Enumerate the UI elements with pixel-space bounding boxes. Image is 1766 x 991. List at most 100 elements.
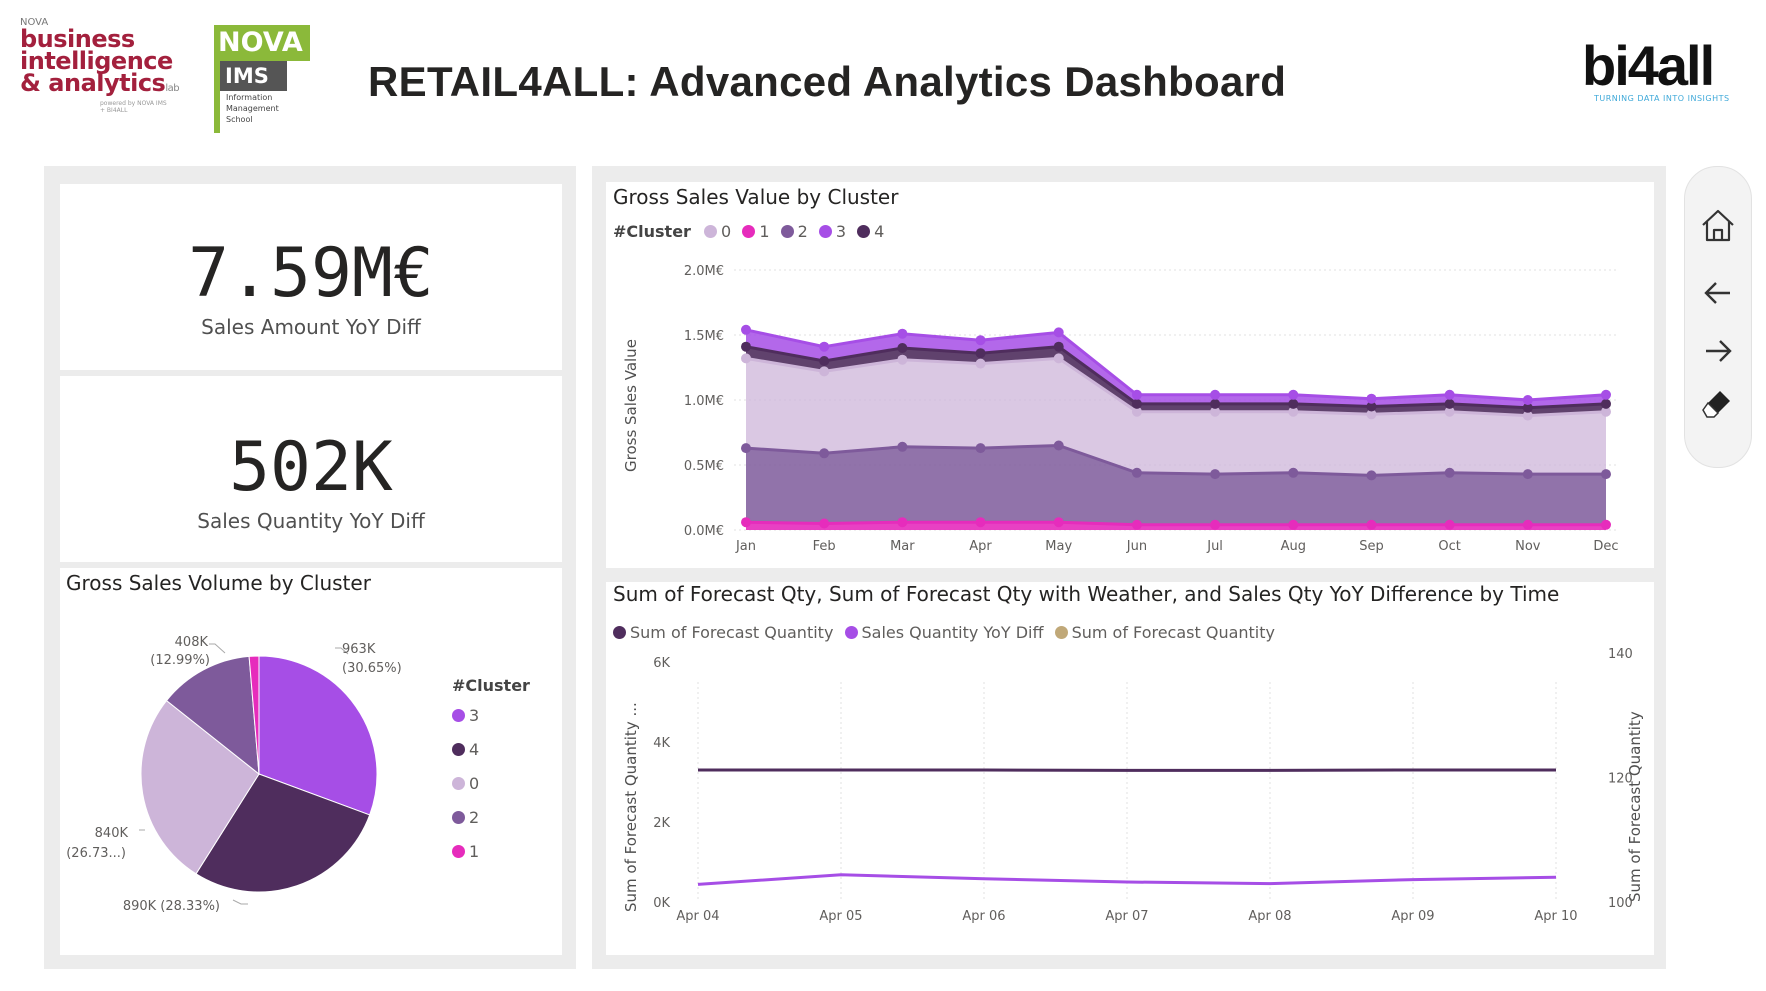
area-point-cluster-4[interactable]: [1601, 398, 1611, 409]
line-y-left-tick: 6K: [653, 656, 670, 671]
area-point-cluster-0[interactable]: [741, 353, 751, 364]
back-button[interactable]: [1698, 273, 1738, 313]
nova-bi-analytics-logo: NOVA business intelligence & analyticsla…: [20, 18, 180, 118]
pie-chart-card[interactable]: Gross Sales Volume by Cluster 963K (30.6…: [60, 568, 562, 955]
area-point-cluster-2[interactable]: [1131, 467, 1142, 478]
area-point-cluster-1[interactable]: [1444, 519, 1455, 530]
line-x-tick: Apr 07: [1105, 909, 1148, 924]
area-point-cluster-2[interactable]: [1522, 469, 1533, 480]
area-point-cluster-1[interactable]: [1601, 519, 1611, 530]
line-y-right-tick: 120: [1608, 772, 1633, 787]
area-point-cluster-2[interactable]: [1053, 440, 1064, 451]
area-point-cluster-4[interactable]: [1288, 398, 1299, 409]
pie-legend-item-0[interactable]: 0: [452, 774, 479, 808]
area-point-cluster-3[interactable]: [1444, 389, 1455, 400]
area-point-cluster-0[interactable]: [819, 366, 830, 377]
nova-ims-logo: NOVA IMS Information Management School: [214, 25, 316, 133]
area-point-cluster-4[interactable]: [975, 348, 986, 359]
area-y-tick: 0.0M€: [684, 524, 724, 539]
area-point-cluster-3[interactable]: [897, 328, 908, 339]
line-series-sales-quantity-yoy-diff[interactable]: [697, 873, 1557, 886]
area-point-cluster-4[interactable]: [741, 341, 751, 352]
pie-legend-item-4[interactable]: 4: [452, 740, 479, 774]
area-point-cluster-1[interactable]: [975, 517, 986, 528]
line-x-tick: Apr 09: [1391, 909, 1434, 924]
area-point-cluster-3[interactable]: [1053, 327, 1064, 338]
line-y-right-tick: 100: [1608, 896, 1633, 911]
area-point-cluster-2[interactable]: [819, 448, 830, 459]
area-chart: Gross Sales Value 0.0M€ 0.5M€ 1.0M€ 1.5M€ 2.…: [622, 264, 1619, 554]
clear-selections-button[interactable]: [1698, 385, 1738, 425]
kpi-card-sales-amount[interactable]: 7.59M€ Sales Amount YoY Diff: [60, 184, 562, 370]
area-point-cluster-3[interactable]: [819, 341, 830, 352]
pie-legend-item-1[interactable]: 1: [452, 842, 479, 876]
area-x-tick: Dec: [1593, 539, 1618, 554]
area-point-cluster-1[interactable]: [819, 518, 830, 529]
area-point-cluster-3[interactable]: [1288, 389, 1299, 400]
area-point-cluster-2[interactable]: [1444, 467, 1455, 478]
pie-legend-item-2[interactable]: 2: [452, 808, 479, 842]
area-point-cluster-3[interactable]: [1522, 395, 1533, 405]
page-title: RETAIL4ALL: Advanced Analytics Dashboard: [368, 58, 1287, 105]
legend-dot: [452, 845, 465, 858]
area-point-cluster-2[interactable]: [1210, 469, 1221, 480]
area-x-tick: Nov: [1515, 539, 1541, 554]
area-point-cluster-4[interactable]: [819, 356, 830, 366]
logo-lab-text: lab: [165, 83, 180, 94]
area-point-cluster-1[interactable]: [1210, 519, 1221, 530]
area-point-cluster-0[interactable]: [975, 358, 986, 369]
area-chart-card[interactable]: Gross Sales Value by Cluster #Cluster 0 …: [606, 182, 1654, 568]
area-point-cluster-2[interactable]: [975, 443, 986, 454]
eraser-icon: [1702, 391, 1730, 418]
logo-credit-2: + BI4ALL: [100, 107, 128, 114]
area-point-cluster-4[interactable]: [897, 343, 908, 353]
area-point-cluster-4[interactable]: [1053, 341, 1064, 352]
area-point-cluster-3[interactable]: [975, 335, 986, 346]
area-point-cluster-3[interactable]: [1601, 389, 1611, 400]
line-chart-card[interactable]: Sum of Forecast Qty, Sum of Forecast Qty…: [606, 582, 1654, 955]
line-y-left-tick: 0K: [653, 896, 670, 911]
area-point-cluster-4[interactable]: [1210, 398, 1221, 409]
pie-legend-item-3[interactable]: 3: [452, 706, 479, 740]
leader-line-c4: [232, 899, 248, 905]
home-button[interactable]: [1698, 205, 1738, 245]
area-x-tick: Jul: [1206, 539, 1223, 554]
area-point-cluster-2[interactable]: [1288, 467, 1299, 478]
data-label-c0-value: 840K: [95, 826, 129, 841]
area-point-cluster-0[interactable]: [1053, 353, 1064, 364]
area-point-cluster-3[interactable]: [1131, 389, 1142, 400]
area-point-cluster-1[interactable]: [1053, 517, 1064, 528]
area-point-cluster-1[interactable]: [1522, 519, 1533, 530]
line-x-tick: Apr 08: [1248, 909, 1291, 924]
line-y-left-tick: 4K: [653, 736, 670, 751]
area-point-cluster-2[interactable]: [741, 443, 751, 454]
area-point-cluster-3[interactable]: [1366, 393, 1377, 404]
ims-logo-sub1: Information: [226, 93, 273, 102]
area-point-cluster-1[interactable]: [897, 517, 908, 528]
area-y-tick: 1.0M€: [684, 394, 724, 409]
kpi-value: 7.59M€: [188, 234, 434, 313]
bi4all-logo: bi4all TURNING DATA INTO INSIGHTS: [1582, 38, 1757, 116]
area-x-tick: Feb: [813, 539, 836, 554]
pie-legend: 3 4 0 2 1: [452, 706, 479, 876]
area-point-cluster-0[interactable]: [897, 354, 908, 365]
kpi-card-sales-quantity[interactable]: 502K Sales Quantity YoY Diff: [60, 376, 562, 562]
area-point-cluster-3[interactable]: [1210, 389, 1221, 400]
area-point-cluster-1[interactable]: [1366, 519, 1377, 530]
area-point-cluster-2[interactable]: [1366, 470, 1377, 481]
area-x-tick: Apr: [969, 539, 992, 554]
area-x-tick: Sep: [1359, 539, 1384, 554]
forward-button[interactable]: [1698, 331, 1738, 371]
area-point-cluster-1[interactable]: [1288, 519, 1299, 530]
area-point-cluster-4[interactable]: [1131, 398, 1142, 409]
area-point-cluster-4[interactable]: [1444, 398, 1455, 409]
area-point-cluster-2[interactable]: [1601, 469, 1611, 480]
line-y-left-title: Sum of Forecast Quantity ...: [622, 702, 640, 912]
area-point-cluster-1[interactable]: [1131, 519, 1142, 530]
area-point-cluster-2[interactable]: [897, 441, 908, 452]
area-point-cluster-3[interactable]: [741, 324, 751, 335]
area-y-tick: 1.5M€: [684, 329, 724, 344]
kpi-label: Sales Quantity YoY Diff: [197, 509, 425, 533]
line-y-right-title: Sum of Forecast Quantity: [1626, 711, 1644, 902]
area-point-cluster-1[interactable]: [741, 517, 751, 528]
